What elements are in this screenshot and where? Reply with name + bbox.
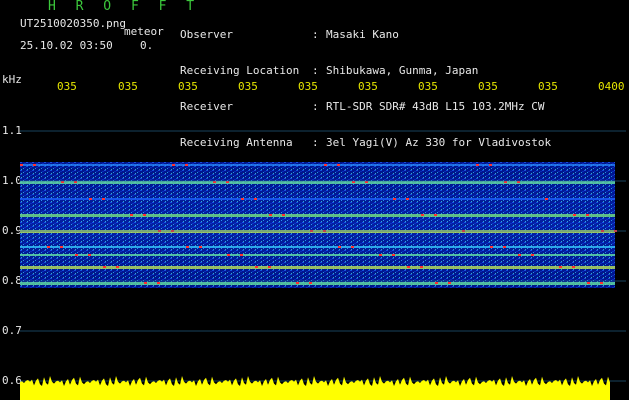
noise-speck [337, 164, 340, 166]
noise-speck [600, 282, 603, 284]
colon: : [312, 28, 319, 41]
carrier-line [20, 198, 615, 200]
noise-speck [199, 246, 202, 248]
y-tick-label: 1.0 [2, 174, 22, 187]
noise-speck [586, 214, 589, 216]
power-trace [20, 376, 610, 400]
noise-speck [240, 254, 243, 256]
noise-speck [33, 164, 36, 166]
noise-speck [324, 164, 327, 166]
noise-speck [476, 164, 479, 166]
noise-speck [309, 282, 312, 284]
spectrogram [20, 98, 626, 400]
y-tick-label: 1.1 [2, 124, 22, 137]
carrier-line [20, 254, 615, 256]
noise-speck [448, 282, 451, 284]
mode-label: meteor [124, 25, 164, 38]
noise-speck [227, 254, 230, 256]
spectrogram-canvas [20, 130, 626, 400]
carrier-line [20, 282, 615, 285]
noise-speck [434, 214, 437, 216]
noise-speck [144, 282, 147, 284]
noise-speck [545, 198, 548, 200]
noise-speck [255, 266, 258, 268]
noise-speck [587, 282, 590, 284]
noise-speck [338, 246, 341, 248]
y-tick-label: 0.6 [2, 374, 22, 387]
x-tick-label: 035 [298, 80, 318, 93]
y-tick-label: 0.9 [2, 224, 22, 237]
x-tick-label: 035 [418, 80, 438, 93]
noise-speck [379, 254, 382, 256]
app-logo: H R O F F T [48, 0, 201, 14]
noise-speck [518, 254, 521, 256]
timestamp: 25.10.02 03:50 [20, 39, 113, 52]
label-location: Receiving Location [180, 64, 300, 77]
noise-speck [88, 254, 91, 256]
carrier-line [20, 266, 615, 269]
noise-speck [103, 266, 106, 268]
noise-speck [296, 282, 299, 284]
x-tick-label: 0400 [598, 80, 625, 93]
noise-speck [420, 266, 423, 268]
meteor-count: 0. [140, 39, 154, 52]
noise-speck [392, 254, 395, 256]
noise-speck [60, 246, 63, 248]
noise-speck [407, 266, 410, 268]
x-tick-label: 035 [178, 80, 198, 93]
noise-speck [130, 214, 133, 216]
label-observer: Observer [180, 28, 233, 41]
x-tick-label: 035 [238, 80, 258, 93]
noise-speck [421, 214, 424, 216]
noise-speck [102, 198, 105, 200]
carrier-line [20, 214, 615, 217]
noise-speck [116, 266, 119, 268]
x-tick-label: 035 [478, 80, 498, 93]
noise-speck [559, 266, 562, 268]
noise-speck [351, 246, 354, 248]
x-tick-label: 035 [118, 80, 138, 93]
colon: : [312, 64, 319, 77]
noise-speck [531, 254, 534, 256]
noise-speck [572, 266, 575, 268]
noise-speck [406, 198, 409, 200]
noise-speck [185, 164, 188, 166]
noise-speck [282, 214, 285, 216]
noise-speck [489, 164, 492, 166]
noise-speck [172, 164, 175, 166]
y-axis-unit: kHz [2, 73, 22, 86]
noise-speck [241, 198, 244, 200]
y-tick-label: 0.8 [2, 274, 22, 287]
x-tick-label: 035 [358, 80, 378, 93]
noise-speck [269, 214, 272, 216]
noise-speck [47, 246, 50, 248]
noise-speck [157, 282, 160, 284]
noise-speck [75, 254, 78, 256]
noise-speck [503, 246, 506, 248]
carrier-line [20, 246, 615, 248]
y-tick-label: 0.7 [2, 324, 22, 337]
carrier-line [20, 164, 615, 166]
noise-speck [186, 246, 189, 248]
noise-speck [393, 198, 396, 200]
noise-speck [254, 198, 257, 200]
noise-speck [20, 164, 23, 166]
file-name: UT2510020350.png [20, 17, 126, 30]
noise-speck [490, 246, 493, 248]
noise-speck [435, 282, 438, 284]
x-tick-label: 035 [57, 80, 77, 93]
power-trace-fill [20, 376, 610, 400]
value-location: Shibukawa, Gunma, Japan [326, 64, 479, 77]
noise-speck [268, 266, 271, 268]
x-tick-label: 035 [538, 80, 558, 93]
noise-speck [89, 198, 92, 200]
value-observer: Masaki Kano [326, 28, 399, 41]
noise-speck [143, 214, 146, 216]
noise-speck [573, 214, 576, 216]
